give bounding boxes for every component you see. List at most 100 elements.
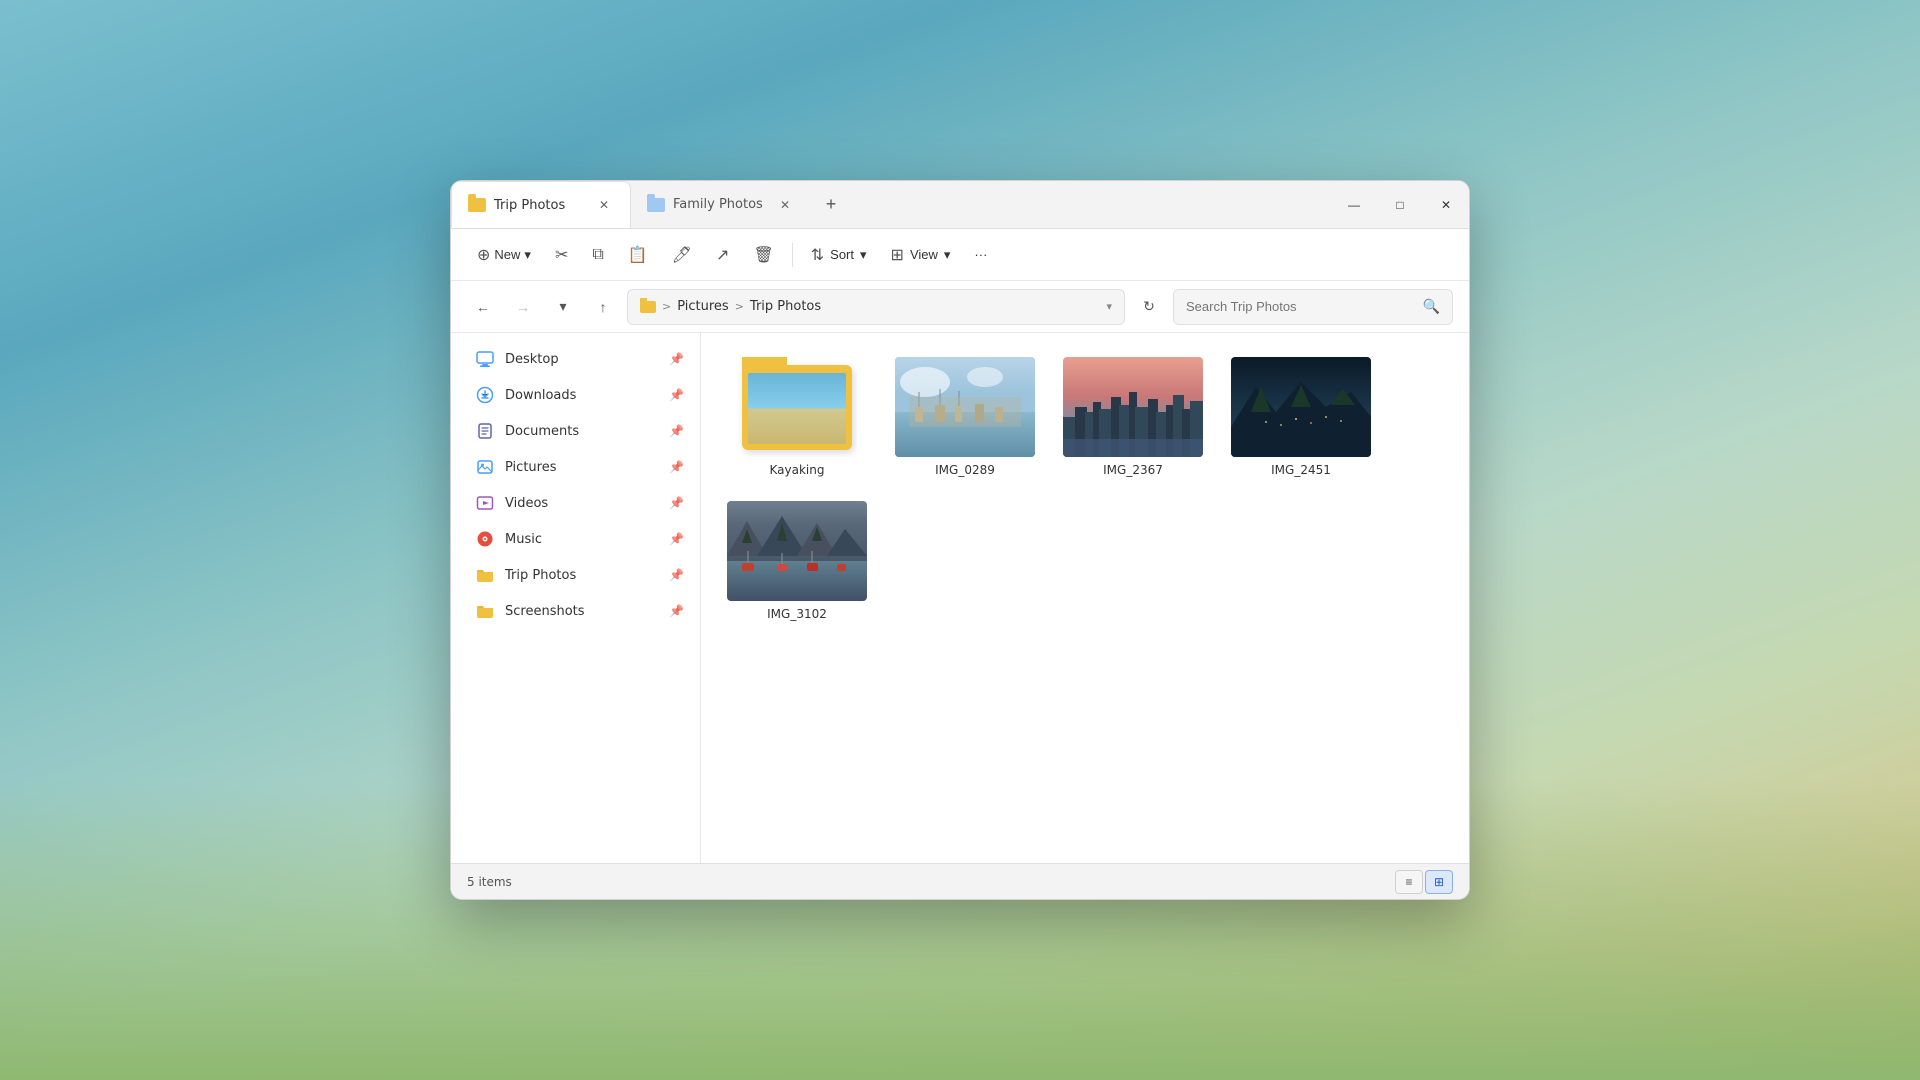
share-button[interactable]: ↗ [706, 237, 739, 273]
kayaking-folder-inner [748, 373, 846, 444]
item-count: 5 items [467, 875, 512, 889]
new-button[interactable]: ⊕ New ▾ [467, 237, 541, 273]
back-icon: ← [476, 299, 490, 315]
refresh-button[interactable]: ↻ [1133, 291, 1165, 323]
kayaking-folder-shape [742, 365, 852, 450]
paste-button[interactable]: 📋 [618, 237, 658, 273]
minimize-button[interactable]: — [1331, 181, 1377, 229]
toolbar: ⊕ New ▾ ✂ ⧉ 📋 🖊 ↗ 🗑 ⇅ Sort ▾ ⊞ [451, 229, 1469, 281]
maximize-button[interactable]: □ [1377, 181, 1423, 229]
share-icon: ↗ [716, 245, 729, 265]
close-button[interactable]: ✕ [1423, 181, 1469, 229]
sidebar-item-trip-photos[interactable]: Trip Photos 📌 [451, 557, 700, 593]
pin-pictures-icon: 📌 [669, 460, 684, 474]
view-dropdown-icon: ▾ [944, 247, 951, 263]
path-sep1: > [662, 300, 671, 313]
path-pictures: Pictures [677, 299, 728, 314]
add-tab-icon: + [826, 194, 837, 215]
file-item-img2367[interactable]: IMG_2367 [1053, 349, 1213, 485]
sidebar-item-pictures[interactable]: Pictures 📌 [451, 449, 700, 485]
tab-family-photos-close[interactable]: ✕ [775, 195, 795, 215]
cut-button[interactable]: ✂ [545, 237, 578, 273]
sort-dropdown-icon: ▾ [860, 247, 867, 263]
nav-dropdown-button[interactable]: ▾ [547, 291, 579, 323]
kayaking-folder-thumb [737, 357, 857, 457]
forward-icon: → [516, 299, 530, 315]
tab-trip-photos-close[interactable]: ✕ [594, 195, 614, 215]
sidebar-item-pictures-label: Pictures [505, 460, 556, 475]
forward-button[interactable]: → [507, 291, 539, 323]
downloads-icon [475, 385, 495, 405]
maximize-icon: □ [1396, 198, 1403, 212]
delete-icon: 🗑 [753, 245, 773, 265]
sidebar-item-downloads[interactable]: Downloads 📌 [451, 377, 700, 413]
path-sep2: > [735, 300, 744, 313]
sidebar-item-music-label: Music [505, 532, 542, 547]
address-path[interactable]: > Pictures > Trip Photos ▾ [627, 289, 1125, 325]
address-bar: ← → ▾ ↑ > Pictures > Trip Photos ▾ ↻ 🔍 [451, 281, 1469, 333]
sidebar-item-trip-photos-label: Trip Photos [505, 568, 576, 583]
sidebar-item-documents[interactable]: Documents 📌 [451, 413, 700, 449]
path-folder-icon [640, 301, 656, 313]
search-box: 🔍 [1173, 289, 1453, 325]
back-button[interactable]: ← [467, 291, 499, 323]
up-icon: ↑ [600, 299, 607, 315]
toolbar-separator [792, 243, 793, 267]
sidebar-item-desktop-label: Desktop [505, 352, 559, 367]
img3102-thumb [727, 501, 867, 601]
img2451-svg [1231, 357, 1371, 457]
more-button[interactable]: ··· [964, 237, 997, 273]
sidebar-item-downloads-label: Downloads [505, 388, 576, 403]
sidebar-item-screenshots-label: Screenshots [505, 604, 585, 619]
up-button[interactable]: ↑ [587, 291, 619, 323]
copy-button[interactable]: ⧉ [582, 237, 613, 273]
sidebar-item-desktop[interactable]: Desktop 📌 [451, 341, 700, 377]
pin-downloads-icon: 📌 [669, 388, 684, 402]
tab-family-photos-label: Family Photos [673, 197, 763, 212]
pin-documents-icon: 📌 [669, 424, 684, 438]
file-item-img0289[interactable]: IMG_0289 [885, 349, 1045, 485]
view-button[interactable]: ⊞ View ▾ [881, 237, 961, 273]
pictures-icon [475, 457, 495, 477]
img0289-label: IMG_0289 [935, 463, 995, 477]
sidebar: Desktop 📌 Downloads 📌 Documents 📌 [451, 333, 701, 863]
path-dropdown-icon[interactable]: ▾ [1106, 300, 1112, 313]
list-view-button[interactable]: ≡ [1395, 870, 1423, 894]
desktop-icon [475, 349, 495, 369]
file-item-img2451[interactable]: IMG_2451 [1221, 349, 1381, 485]
tab-family-photos-icon [647, 198, 665, 212]
screenshots-folder-icon [475, 601, 495, 621]
search-icon: 🔍 [1423, 299, 1440, 315]
paste-icon: 📋 [628, 245, 648, 265]
sort-icon: ⇅ [811, 245, 824, 265]
new-plus-icon: ⊕ [477, 245, 490, 265]
delete-button[interactable]: 🗑 [743, 237, 783, 273]
music-icon [475, 529, 495, 549]
img0289-svg [895, 357, 1035, 457]
list-view-icon: ≡ [1405, 875, 1412, 889]
grid-view-button[interactable]: ⊞ [1425, 870, 1453, 894]
sidebar-item-music[interactable]: Music 📌 [451, 521, 700, 557]
minimize-icon: — [1348, 198, 1360, 212]
tab-trip-photos[interactable]: Trip Photos ✕ [451, 181, 631, 228]
file-item-kayaking[interactable]: Kayaking [717, 349, 877, 485]
sort-button[interactable]: ⇅ Sort ▾ [801, 237, 877, 273]
nav-dropdown-icon: ▾ [559, 298, 566, 315]
add-tab-button[interactable]: + [811, 181, 851, 228]
rename-button[interactable]: 🖊 [662, 237, 702, 273]
sort-label: Sort [830, 247, 854, 262]
sidebar-item-videos[interactable]: Videos 📌 [451, 485, 700, 521]
file-item-img3102[interactable]: IMG_3102 [717, 493, 877, 629]
path-trip-photos: Trip Photos [750, 299, 821, 314]
search-input[interactable] [1186, 299, 1415, 314]
sidebar-item-screenshots[interactable]: Screenshots 📌 [451, 593, 700, 629]
view-icon: ⊞ [891, 245, 904, 265]
more-icon: ··· [974, 247, 987, 262]
trip-photos-folder-icon [475, 565, 495, 585]
tab-family-photos[interactable]: Family Photos ✕ [631, 181, 811, 228]
view-label: View [910, 247, 938, 262]
sidebar-item-videos-label: Videos [505, 496, 548, 511]
pin-trip-photos-icon: 📌 [669, 568, 684, 582]
content-area: Desktop 📌 Downloads 📌 Documents 📌 [451, 333, 1469, 863]
pin-videos-icon: 📌 [669, 496, 684, 510]
